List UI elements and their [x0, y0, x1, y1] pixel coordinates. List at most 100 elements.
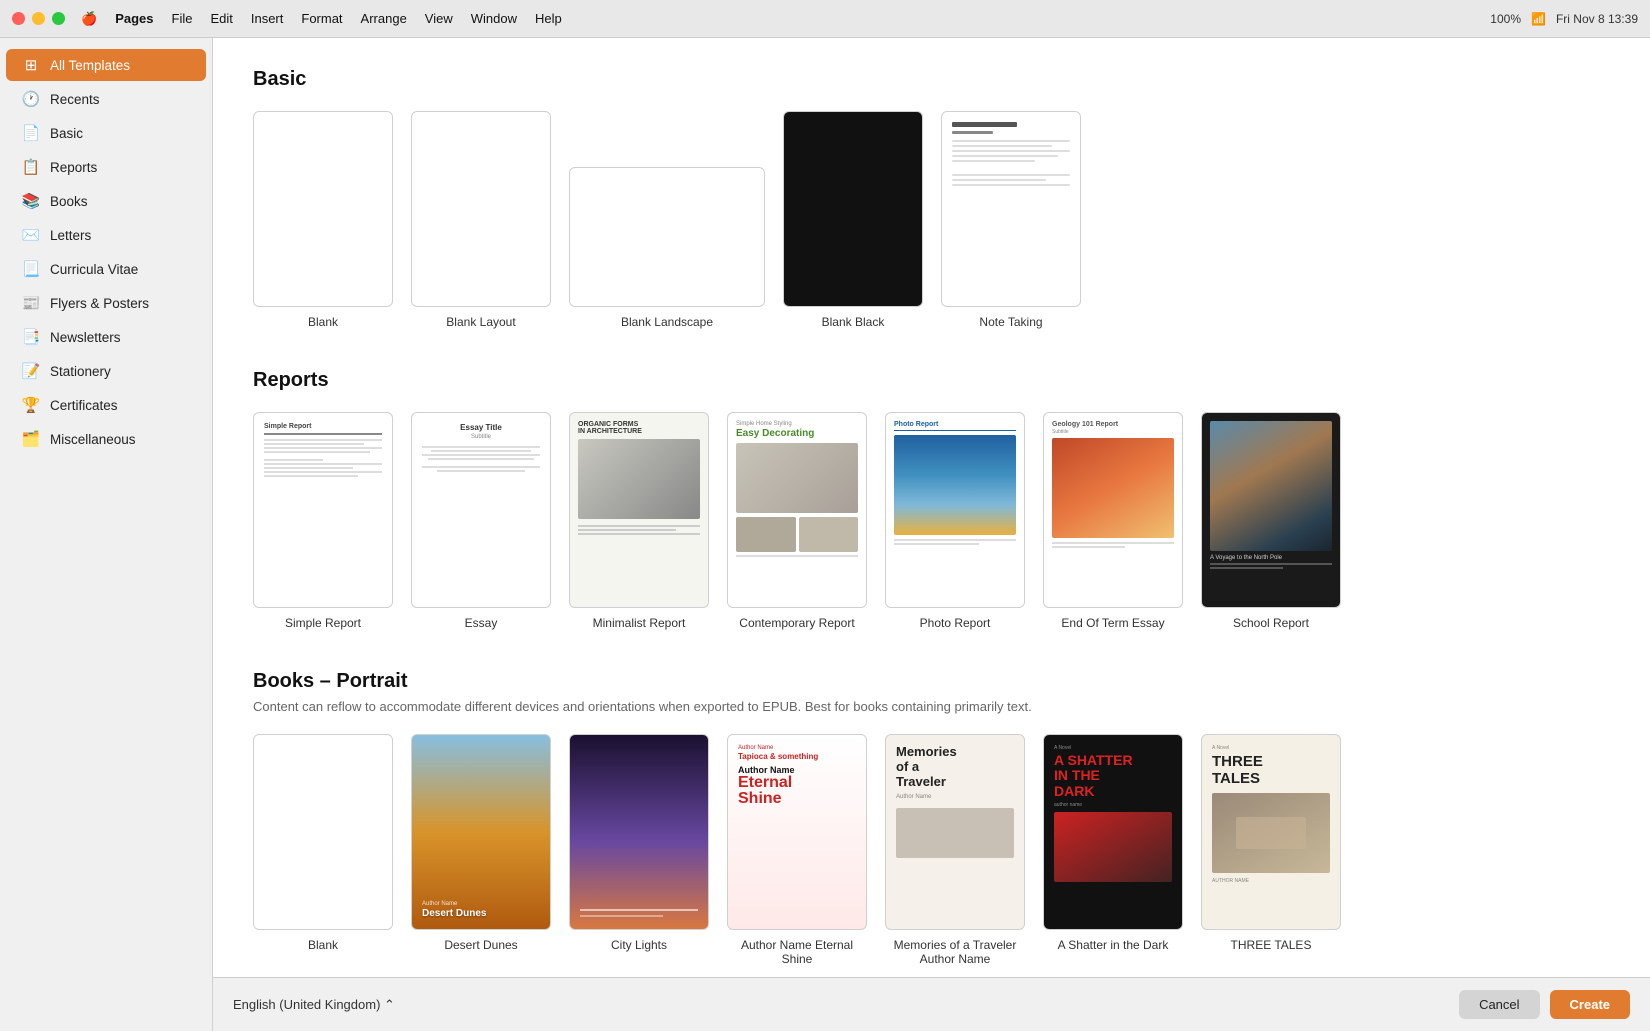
template-blank-landscape[interactable]: Blank Landscape — [569, 111, 765, 329]
template-blank-layout[interactable]: Blank Layout — [411, 111, 551, 329]
cancel-button[interactable]: Cancel — [1459, 990, 1539, 1019]
template-note-taking-label: Note Taking — [979, 315, 1042, 329]
menu-view[interactable]: View — [425, 11, 453, 26]
menu-file[interactable]: File — [172, 11, 193, 26]
template-blank-landscape-label: Blank Landscape — [621, 315, 713, 329]
sidebar-item-basic[interactable]: 📄 Basic — [6, 117, 206, 149]
template-author-shine[interactable]: Author Name Tapioca & something Author N… — [727, 734, 867, 966]
template-contemporary-report[interactable]: Simple Home Styling Easy Decorating Cont… — [727, 412, 867, 630]
template-blank-layout-label: Blank Layout — [446, 315, 515, 329]
sidebar-item-stationery[interactable]: 📝 Stationery — [6, 355, 206, 387]
template-book-blank-label: Blank — [308, 938, 338, 952]
menu-help[interactable]: Help — [535, 11, 562, 26]
template-three-tales[interactable]: A Novel THREETALES AUTHOR NAME THREE TAL… — [1201, 734, 1341, 966]
sidebar-item-curricula-vitae[interactable]: 📃 Curricula Vitae — [6, 253, 206, 285]
template-simple-report-label: Simple Report — [285, 616, 361, 630]
template-shatter-dark[interactable]: A Novel A SHATTERIN THEDARK author name … — [1043, 734, 1183, 966]
datetime: Fri Nov 8 13:39 — [1556, 12, 1638, 26]
sidebar-label-letters: Letters — [50, 228, 91, 243]
template-author-shine-label: Author Name Eternal Shine — [727, 938, 867, 966]
template-note-taking[interactable]: Note Taking — [941, 111, 1081, 329]
status-bar-right: 100% 📶 Fri Nov 8 13:39 — [1490, 12, 1638, 26]
bottom-bar: English (United Kingdom) ⌃ Cancel Create — [213, 977, 1650, 1031]
template-contemporary-report-label: Contemporary Report — [739, 616, 854, 630]
sidebar-item-letters[interactable]: ✉️ Letters — [6, 219, 206, 251]
books-section-title: Books – Portrait — [253, 670, 1610, 693]
menu-window[interactable]: Window — [471, 11, 517, 26]
template-blank-label: Blank — [308, 315, 338, 329]
template-essay[interactable]: Essay Title Subtitle Essay — [411, 412, 551, 630]
template-city-lights-label: City Lights — [611, 938, 667, 952]
template-desert-dunes-label: Desert Dunes — [444, 938, 517, 952]
cv-icon: 📃 — [22, 260, 40, 278]
template-photo-report-label: Photo Report — [920, 616, 991, 630]
template-minimalist-report-label: Minimalist Report — [593, 616, 686, 630]
language-selector[interactable]: English (United Kingdom) ⌃ — [233, 997, 395, 1013]
template-memories-traveler-label: Memories of a Traveler Author Name — [885, 938, 1025, 966]
zoom-button[interactable] — [52, 12, 65, 25]
sidebar: ⊞ All Templates 🕐 Recents 📄 Basic 📋 Repo… — [0, 38, 213, 1031]
language-chevron-icon: ⌃ — [384, 997, 395, 1012]
sidebar-item-miscellaneous[interactable]: 🗂️ Miscellaneous — [6, 423, 206, 455]
template-school-report[interactable]: A Voyage to the North Pole School Report — [1201, 412, 1341, 630]
sidebar-item-reports[interactable]: 📋 Reports — [6, 151, 206, 183]
sidebar-item-newsletters[interactable]: 📑 Newsletters — [6, 321, 206, 353]
sidebar-label-flyers: Flyers & Posters — [50, 296, 149, 311]
template-shatter-dark-label: A Shatter in the Dark — [1058, 938, 1169, 952]
titlebar: 🍎 Pages File Edit Insert Format Arrange … — [0, 0, 1650, 38]
sidebar-label-newsletters: Newsletters — [50, 330, 121, 345]
template-minimalist-report[interactable]: ORGANIC FORMSIN ARCHITECTURE Minimalist … — [569, 412, 709, 630]
wifi-icon: 📶 — [1531, 12, 1546, 26]
minimize-button[interactable] — [32, 12, 45, 25]
template-desert-dunes[interactable]: Author Name Desert Dunes Desert Dunes — [411, 734, 551, 966]
books-icon: 📚 — [22, 192, 40, 210]
notepad-icon: 📝 — [22, 362, 40, 380]
template-school-report-label: School Report — [1233, 616, 1309, 630]
sidebar-label-reports: Reports — [50, 160, 97, 175]
sidebar-label-basic: Basic — [50, 126, 83, 141]
menu-arrange[interactable]: Arrange — [361, 11, 407, 26]
menu-bar: 🍎 Pages File Edit Insert Format Arrange … — [81, 11, 562, 27]
close-button[interactable] — [12, 12, 25, 25]
template-essay-label: Essay — [465, 616, 498, 630]
sidebar-label-recents: Recents — [50, 92, 100, 107]
template-end-of-term-essay-label: End Of Term Essay — [1061, 616, 1164, 630]
template-three-tales-label: THREE TALES — [1231, 938, 1312, 952]
books-section-subtitle: Content can reflow to accommodate differ… — [253, 699, 1610, 714]
folder-icon: 🗂️ — [22, 430, 40, 448]
template-memories-traveler[interactable]: Memoriesof aTraveler Author Name Memorie… — [885, 734, 1025, 966]
template-end-of-term-essay[interactable]: Geology 101 Report Subtitle End Of Term … — [1043, 412, 1183, 630]
template-book-blank[interactable]: Blank — [253, 734, 393, 966]
battery-status: 100% — [1490, 12, 1521, 26]
menu-pages[interactable]: Pages — [115, 11, 153, 26]
template-blank-black[interactable]: Blank Black — [783, 111, 923, 329]
menu-insert[interactable]: Insert — [251, 11, 284, 26]
certificate-icon: 🏆 — [22, 396, 40, 414]
sidebar-label-certificates: Certificates — [50, 398, 118, 413]
sidebar-item-recents[interactable]: 🕐 Recents — [6, 83, 206, 115]
template-gallery: Basic Blank Blank Layout Blank Landscape — [213, 38, 1650, 977]
bottom-buttons: Cancel Create — [1459, 990, 1630, 1019]
sidebar-item-certificates[interactable]: 🏆 Certificates — [6, 389, 206, 421]
traffic-lights — [12, 12, 65, 25]
template-blank[interactable]: Blank — [253, 111, 393, 329]
newspaper-icon: 📰 — [22, 294, 40, 312]
sidebar-label-cv: Curricula Vitae — [50, 262, 138, 277]
template-simple-report[interactable]: Simple Report Simple Report — [253, 412, 393, 630]
menu-edit[interactable]: Edit — [210, 11, 232, 26]
menu-format[interactable]: Format — [301, 11, 342, 26]
books-templates-grid: Blank Author Name Desert Dunes Desert Du… — [253, 734, 1610, 966]
apple-menu[interactable]: 🍎 — [81, 11, 97, 27]
sidebar-item-flyers-posters[interactable]: 📰 Flyers & Posters — [6, 287, 206, 319]
sidebar-item-books[interactable]: 📚 Books — [6, 185, 206, 217]
sidebar-label-all-templates: All Templates — [50, 58, 130, 73]
basic-templates-grid: Blank Blank Layout Blank Landscape Blank… — [253, 111, 1610, 329]
sidebar-label-books: Books — [50, 194, 88, 209]
sidebar-item-all-templates[interactable]: ⊞ All Templates — [6, 49, 206, 81]
grid-icon: ⊞ — [22, 56, 40, 74]
template-city-lights[interactable]: City Lights — [569, 734, 709, 966]
app-body: ⊞ All Templates 🕐 Recents 📄 Basic 📋 Repo… — [0, 38, 1650, 1031]
template-photo-report[interactable]: Photo Report Photo Report — [885, 412, 1025, 630]
sidebar-label-misc: Miscellaneous — [50, 432, 136, 447]
create-button[interactable]: Create — [1550, 990, 1630, 1019]
